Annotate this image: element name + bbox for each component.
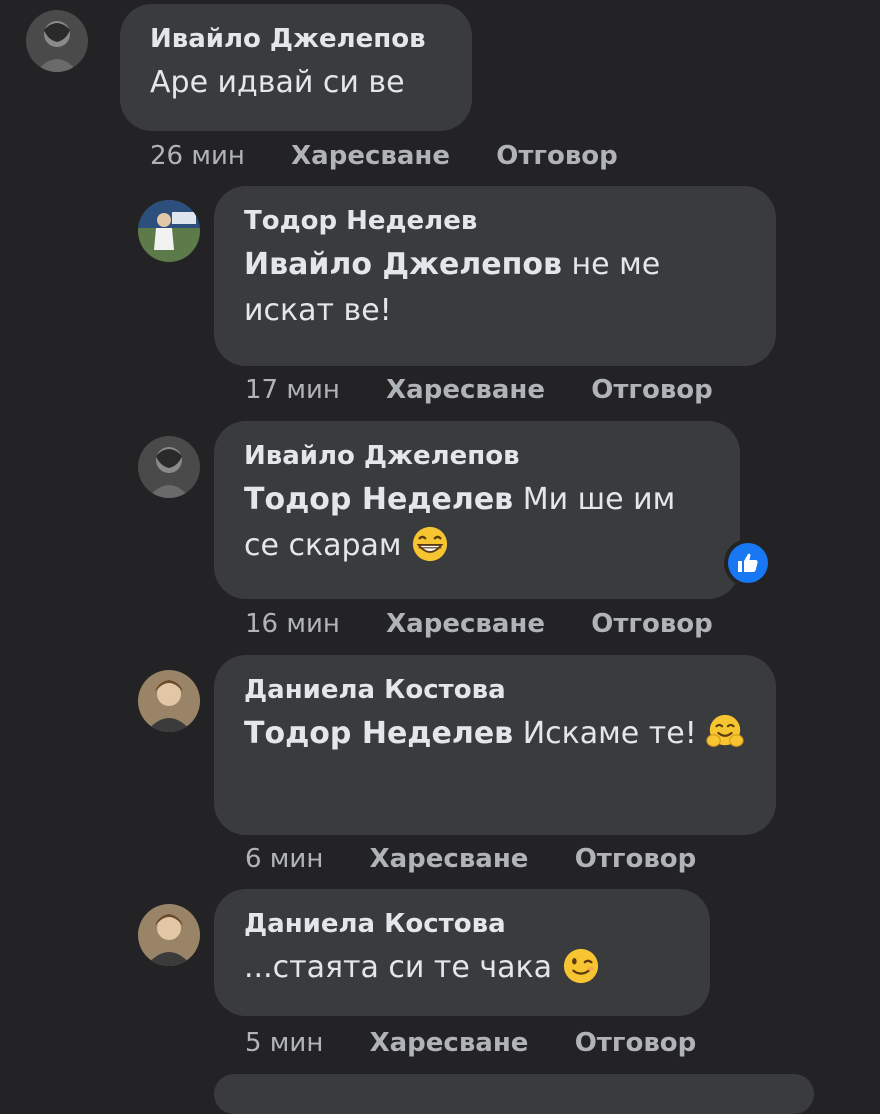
mention-link[interactable]: Тодор Неделев [244,716,513,751]
comment-bubble: Ивайло Джелепов Тодор Неделев Ми ше им с… [214,421,740,599]
avatar[interactable] [26,10,88,72]
hugging-face-icon [706,713,744,751]
winking-face-icon [562,947,600,985]
like-button[interactable]: Харесване [291,141,450,171]
like-button[interactable]: Харесване [386,375,545,405]
comment-meta: 26 мин Харесване Отговор [150,141,618,171]
reply-button[interactable]: Отговор [591,609,713,639]
mention-link[interactable]: Ивайло Джелепов [244,247,562,282]
comment-author[interactable]: Ивайло Джелепов [150,22,442,56]
comment-bubble: Даниела Костова Тодор Неделев Искаме те! [214,655,776,835]
comment-text: ...стаята си те чака [244,945,680,991]
reply-button[interactable]: Отговор [575,844,697,874]
comment-text: Аре идвай си ве [150,60,442,106]
comment-author[interactable]: Даниела Костова [244,907,680,941]
avatar[interactable] [138,904,200,966]
avatar[interactable] [138,200,200,262]
comment-time[interactable]: 5 мин [245,1028,323,1058]
like-button[interactable]: Харесване [370,844,529,874]
comment-meta: 17 мин Харесване Отговор [245,375,713,405]
comment-time[interactable]: 17 мин [245,375,340,405]
comment-body: Искаме те! [522,716,697,751]
comment-text: Тодор Неделев Искаме те! [244,711,746,757]
mention-link[interactable]: Тодор Неделев [244,482,513,517]
comment-bubble: Даниела Костова ...стаята си те чака [214,889,710,1016]
comment-body: Аре идвай си ве [150,65,405,100]
next-comment-bubble [214,1074,814,1114]
comment-text: Ивайло Джелепов не ме искат ве! [244,242,746,334]
like-icon [728,543,768,583]
comment-meta: 5 мин Харесване Отговор [245,1028,696,1058]
reply-button[interactable]: Отговор [591,375,713,405]
comment-author[interactable]: Ивайло Джелепов [244,439,710,473]
comment-time[interactable]: 16 мин [245,609,340,639]
comment-bubble: Тодор Неделев Ивайло Джелепов не ме иска… [214,186,776,366]
like-button[interactable]: Харесване [370,1028,529,1058]
grinning-face-icon [411,525,449,563]
comment-meta: 16 мин Харесване Отговор [245,609,713,639]
avatar[interactable] [138,670,200,732]
avatar[interactable] [138,436,200,498]
comment-text: Тодор Неделев Ми ше им се скарам [244,477,710,569]
comment-time[interactable]: 26 мин [150,141,245,171]
comment-author[interactable]: Даниела Костова [244,673,746,707]
reaction-badge[interactable] [724,539,772,587]
reply-button[interactable]: Отговор [496,141,618,171]
comment-time[interactable]: 6 мин [245,844,323,874]
comment-author[interactable]: Тодор Неделев [244,204,746,238]
comment-bubble: Ивайло Джелепов Аре идвай си ве [120,4,472,131]
comment-meta: 6 мин Харесване Отговор [245,844,696,874]
like-button[interactable]: Харесване [386,609,545,639]
reply-button[interactable]: Отговор [575,1028,697,1058]
comment-body: ...стаята си те чака [244,950,553,985]
